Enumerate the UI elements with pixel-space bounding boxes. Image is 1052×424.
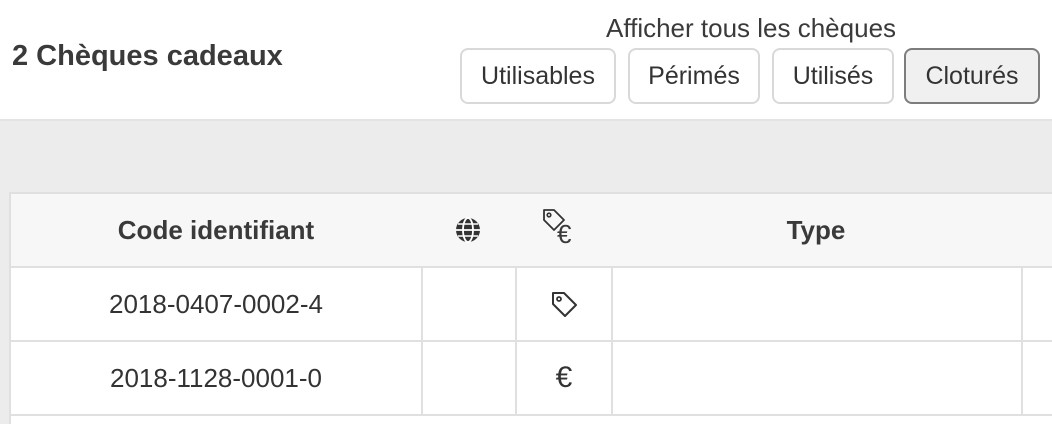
column-header-code[interactable]: Code identifiant — [11, 194, 421, 266]
filter-button-utilises[interactable]: Utilisés — [772, 48, 894, 104]
table-row[interactable]: 2018-1128-0001-0 € — [11, 342, 1052, 416]
cell-type — [613, 268, 1023, 340]
gift-cheques-table: Code identifiant € Type 2018-0407-0002-4… — [9, 192, 1052, 424]
column-header-web[interactable] — [421, 194, 515, 266]
cell-web — [423, 342, 517, 414]
filter-button-perimes[interactable]: Périmés — [628, 48, 760, 104]
filter-button-clotures[interactable]: Cloturés — [904, 48, 1040, 104]
page-header: 2 Chèques cadeaux Afficher tous les chèq… — [0, 0, 1052, 121]
table-header-row: Code identifiant € Type — [11, 194, 1052, 268]
tag-icon — [549, 289, 579, 319]
filter-caption: Afficher tous les chèques — [606, 13, 897, 43]
filter-button-utilisables[interactable]: Utilisables — [460, 48, 616, 104]
cell-kind: € — [517, 342, 613, 414]
column-header-type[interactable]: Type — [611, 194, 1021, 266]
tag-euro-icon: € — [541, 207, 585, 253]
cell-code: 2018-1128-0001-0 — [11, 342, 423, 414]
globe-icon — [454, 216, 482, 244]
euro-symbol: € — [557, 219, 572, 249]
table-row[interactable]: 2018-0407-0002-4 — [11, 268, 1052, 342]
page-title: 2 Chèques cadeaux — [12, 40, 283, 72]
cell-kind — [517, 268, 613, 340]
cell-web — [423, 268, 517, 340]
cell-code: 2018-0407-0002-4 — [11, 268, 423, 340]
cell-type — [613, 342, 1023, 414]
column-header-kind[interactable]: € — [515, 194, 611, 266]
euro-icon: € — [555, 361, 573, 394]
